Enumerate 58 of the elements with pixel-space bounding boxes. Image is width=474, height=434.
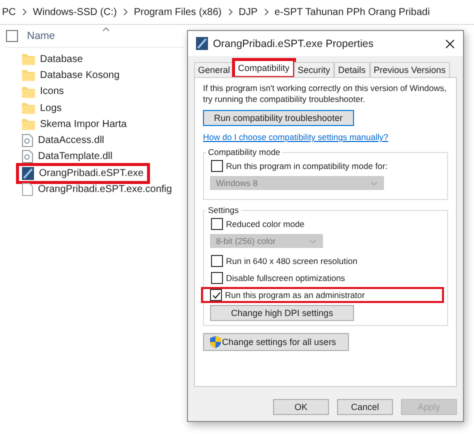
chevron-icon — [228, 8, 233, 16]
checkbox[interactable] — [211, 255, 223, 267]
checkbox-label[interactable]: Run in 640 x 480 screen resolution — [226, 256, 358, 266]
chevron-icon — [122, 8, 128, 16]
file-name[interactable]: Logs — [40, 102, 62, 114]
group-label: Settings — [207, 205, 240, 215]
close-icon[interactable] — [445, 38, 455, 48]
checkbox-label[interactable]: Run this program in compatibility mode for: — [226, 161, 388, 171]
breadcrumb-item[interactable]: e-SPT Tahunan PPh Orang Pribadi — [274, 6, 430, 18]
folder-icon — [22, 86, 35, 98]
folder-icon — [22, 69, 35, 82]
dialog-button[interactable]: Cancel — [337, 399, 393, 415]
file-name[interactable]: OrangPribadi.eSPT.exe — [39, 168, 144, 179]
checkbox[interactable] — [211, 160, 223, 172]
chevron-icon — [22, 8, 27, 16]
checkbox-label[interactable]: Reduced color mode — [226, 219, 304, 229]
application-icon — [22, 166, 34, 180]
all-users-button[interactable]: Change settings for all users — [203, 333, 350, 351]
file-name[interactable]: Database Kosong — [40, 70, 120, 81]
chevron-down-icon — [370, 180, 378, 186]
file-name[interactable]: Skema Impor Harta — [40, 118, 127, 130]
file-name[interactable]: OrangPribadi.eSPT.exe.config — [38, 184, 172, 196]
folder-icon — [22, 53, 35, 66]
breadcrumb-item[interactable]: DJP — [238, 6, 258, 18]
checkbox-label[interactable]: Disable fullscreen optimizations — [226, 273, 346, 283]
file-name[interactable]: Icons — [40, 86, 64, 98]
checkbox[interactable] — [210, 289, 222, 301]
application-icon — [196, 37, 208, 50]
tab[interactable]: Details — [334, 62, 370, 77]
breadcrumb-item[interactable]: Windows-SSD (C:) — [32, 6, 117, 18]
file-name[interactable]: DataAccess.dll — [38, 135, 104, 146]
tab[interactable]: Security — [294, 62, 334, 77]
help-link[interactable]: How do I choose compatibility settings manually? — [203, 132, 388, 142]
checkbox-label[interactable]: Run this program as an administrator — [225, 290, 365, 300]
breadcrumb-item[interactable]: PC — [2, 6, 16, 18]
folder-icon — [22, 118, 35, 130]
dpi-settings-button[interactable]: Change high DPI settings — [210, 305, 354, 321]
checkbox[interactable] — [211, 272, 223, 284]
dialog-button[interactable]: OK — [273, 399, 329, 415]
file-icon — [22, 183, 33, 196]
intro-text: If this program isn't working correctly on this version of Windows, try running the compatibility troubleshooter. — [203, 83, 448, 105]
tab[interactable]: Compatibility — [234, 60, 294, 77]
file-name[interactable]: DataTemplate.dll — [38, 151, 112, 162]
file-name[interactable]: Database — [40, 54, 83, 65]
group-label: Compatibility mode — [207, 147, 282, 157]
select-all-checkbox[interactable] — [6, 30, 18, 42]
column-header[interactable]: Name — [27, 30, 56, 42]
troubleshooter-button[interactable]: Run compatibility troubleshooter — [203, 110, 354, 126]
shield-icon — [210, 336, 221, 348]
chevron-down-icon — [309, 238, 317, 244]
chevron-icon — [264, 8, 269, 16]
tab[interactable]: General — [194, 62, 234, 77]
window-title: OrangPribadi.eSPT.exe Properties — [213, 38, 374, 50]
sort-caret-icon — [102, 27, 110, 32]
checkbox[interactable] — [211, 218, 223, 230]
breadcrumb-item[interactable]: Program Files (x86) — [134, 6, 222, 18]
tab[interactable]: Previous Versions — [370, 62, 450, 77]
folder-icon — [22, 102, 35, 114]
